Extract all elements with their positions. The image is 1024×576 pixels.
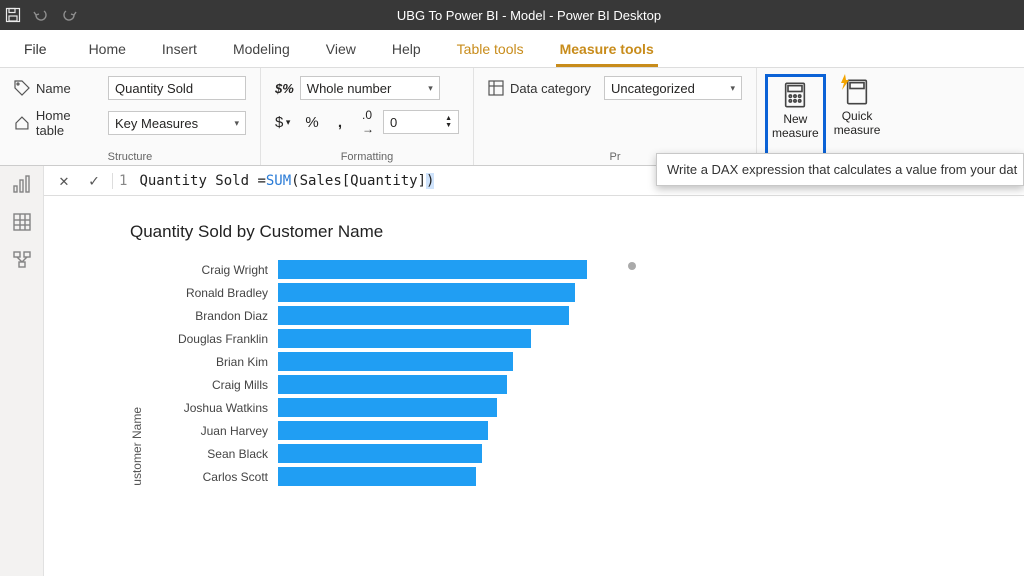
undo-icon[interactable] — [32, 6, 50, 24]
ribbon-group-properties: Data category Uncategorized ▾ Pr — [474, 68, 757, 165]
new-measure-tooltip: Write a DAX expression that calculates a… — [656, 153, 1024, 186]
decimal-icon: .0→ — [359, 108, 377, 136]
ribbon-tab-insert[interactable]: Insert — [144, 30, 215, 67]
bar-fill[interactable] — [278, 375, 507, 394]
ribbon-tab-measure-tools[interactable]: Measure tools — [542, 30, 672, 67]
format-select[interactable]: Whole number ▾ — [300, 76, 440, 100]
ribbon-tab-home[interactable]: Home — [71, 30, 144, 67]
bar-category-label: Joshua Watkins — [148, 401, 278, 415]
titlebar: UBG To Power BI - Model - Power BI Deskt… — [0, 0, 1024, 30]
chart-y-axis-label: ustomer Name — [130, 403, 144, 486]
bar-fill[interactable] — [278, 329, 531, 348]
line-number: 1 — [112, 173, 133, 189]
bar-row: Brian Kim — [148, 352, 618, 371]
bar-category-label: Juan Harvey — [148, 424, 278, 438]
home-table-label: Home table — [14, 108, 102, 138]
chevron-down-icon: ▾ — [428, 83, 433, 94]
view-switcher-rail — [0, 166, 44, 576]
chart-bars: Craig Wright Ronald Bradley Brandon Diaz Do… — [148, 260, 618, 486]
cancel-formula-button[interactable]: ✕ — [52, 169, 76, 193]
bar-row: Brandon Diaz — [148, 306, 618, 325]
window-title: UBG To Power BI - Model - Power BI Deskt… — [78, 8, 1020, 23]
data-view-icon[interactable] — [10, 210, 34, 234]
bar-row: Sean Black — [148, 444, 618, 463]
currency-button[interactable]: $ ▾ — [275, 114, 293, 131]
bar-category-label: Brandon Diaz — [148, 309, 278, 323]
report-canvas[interactable]: Quantity Sold by Customer Name ustomer N… — [44, 196, 1024, 486]
bar-fill[interactable] — [278, 283, 575, 302]
name-label: Name — [14, 80, 102, 96]
new-measure-label: New measure — [772, 113, 819, 141]
scrollbar-thumb[interactable] — [628, 262, 636, 270]
home-icon — [14, 115, 30, 131]
data-category-select[interactable]: Uncategorized ▾ — [604, 76, 742, 100]
home-table-select[interactable]: Key Measures ▾ — [108, 111, 246, 135]
ribbon-group-calculations: New measure Quick measure — [757, 68, 894, 165]
stepper-icon[interactable]: ▲▼ — [445, 115, 452, 129]
bar-category-label: Carlos Scott — [148, 470, 278, 484]
bar-row: Craig Mills — [148, 375, 618, 394]
bar-fill[interactable] — [278, 467, 476, 486]
bar-category-label: Craig Mills — [148, 378, 278, 392]
chart-title: Quantity Sold by Customer Name — [130, 222, 1004, 242]
bar-row: Joshua Watkins — [148, 398, 618, 417]
bar-row: Juan Harvey — [148, 421, 618, 440]
ribbon-tab-view[interactable]: View — [308, 30, 374, 67]
chevron-down-icon: ▾ — [234, 118, 239, 129]
bar-fill[interactable] — [278, 306, 569, 325]
ribbon-tabs: FileHomeInsertModelingViewHelpTable tool… — [0, 30, 1024, 68]
bar-fill[interactable] — [278, 398, 497, 417]
commit-formula-button[interactable]: ✓ — [82, 169, 106, 193]
category-icon — [488, 80, 504, 96]
ribbon-group-structure: Name Quantity Sold Home table Key Measur… — [0, 68, 261, 165]
report-view-icon[interactable] — [10, 172, 34, 196]
bar-fill[interactable] — [278, 352, 513, 371]
ribbon-tab-help[interactable]: Help — [374, 30, 439, 67]
quick-measure-label: Quick measure — [834, 110, 881, 138]
data-category-label: Data category — [488, 80, 598, 96]
bar-category-label: Douglas Franklin — [148, 332, 278, 346]
chevron-down-icon: ▾ — [730, 83, 735, 94]
bar-row: Carlos Scott — [148, 467, 618, 486]
save-icon[interactable] — [4, 6, 22, 24]
bar-category-label: Brian Kim — [148, 355, 278, 369]
bar-row: Douglas Franklin — [148, 329, 618, 348]
redo-icon[interactable] — [60, 6, 78, 24]
bar-fill[interactable] — [278, 260, 587, 279]
format-icon: $% — [275, 81, 294, 96]
ribbon-tab-table-tools[interactable]: Table tools — [439, 30, 542, 67]
bar-row: Ronald Bradley — [148, 283, 618, 302]
new-measure-button[interactable]: New measure — [765, 74, 826, 163]
group-label-formatting: Formatting — [275, 147, 459, 163]
bar-fill[interactable] — [278, 444, 482, 463]
tag-icon — [14, 80, 30, 96]
quick-measure-icon — [841, 76, 873, 108]
model-view-icon[interactable] — [10, 248, 34, 272]
bar-category-label: Sean Black — [148, 447, 278, 461]
group-label-structure: Structure — [14, 147, 246, 163]
formula-text[interactable]: Quantity Sold = SUM( Sales[Quantity] ) — [139, 173, 434, 189]
ribbon-tab-file[interactable]: File — [0, 30, 71, 67]
bar-fill[interactable] — [278, 421, 488, 440]
percent-button[interactable]: % — [303, 114, 321, 131]
bar-row: Craig Wright — [148, 260, 618, 279]
measure-name-input[interactable]: Quantity Sold — [108, 76, 246, 100]
decimals-input[interactable]: 0 ▲▼ — [383, 110, 459, 134]
ribbon-body: Name Quantity Sold Home table Key Measur… — [0, 68, 1024, 166]
ribbon-tab-modeling[interactable]: Modeling — [215, 30, 308, 67]
calculator-icon — [779, 79, 811, 111]
comma-button[interactable]: , — [331, 114, 349, 131]
ribbon-group-formatting: $% Whole number ▾ $ ▾ % , .0→ 0 ▲▼ F — [261, 68, 474, 165]
bar-category-label: Craig Wright — [148, 263, 278, 277]
bar-category-label: Ronald Bradley — [148, 286, 278, 300]
quick-measure-button[interactable]: Quick measure — [828, 74, 887, 163]
